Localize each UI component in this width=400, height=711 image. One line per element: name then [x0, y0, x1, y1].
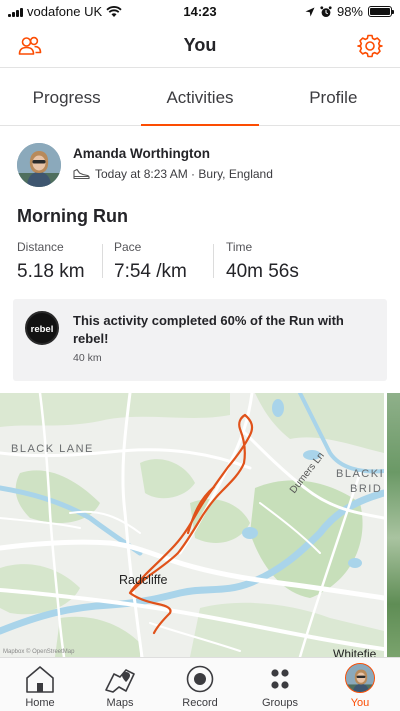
battery-percent: 98% — [336, 4, 363, 19]
map-label-black-brid: BLACKI — [336, 468, 384, 480]
stat-label: Distance — [17, 240, 64, 254]
tab-profile[interactable]: Profile — [267, 69, 400, 125]
rebel-badge-icon: rebel — [25, 311, 59, 345]
activity-athlete[interactable]: Amanda Worthington Today at 8:23 AM · Bu… — [17, 143, 387, 189]
stat-distance: Distance 5.18 km — [17, 240, 85, 284]
groups-icon — [271, 669, 289, 689]
app-header: You — [0, 24, 400, 68]
map-label-radcliffe: Radcliffe — [119, 573, 168, 587]
stat-value: 40m 56s — [226, 261, 299, 282]
nav-label: Groups — [261, 697, 299, 709]
stat-value: 7:54 /km — [114, 261, 187, 282]
home-icon — [26, 666, 54, 693]
activity-stats: Distance 5.18 km Pace 7:54 /km Time 40m … — [17, 240, 387, 284]
stat-time: Time 40m 56s — [226, 240, 299, 284]
avatar[interactable] — [17, 143, 61, 187]
nav-maps[interactable]: Maps — [80, 658, 160, 711]
route-map[interactable]: BLACK LANE BLACKI BRID Radcliffe Dumers … — [0, 393, 384, 657]
record-icon — [186, 665, 214, 693]
stat-label: Pace — [114, 240, 142, 254]
avatar — [345, 663, 375, 693]
page-title: You — [183, 35, 217, 55]
challenge-card[interactable]: rebel This activity completed 60% of the… — [13, 299, 387, 381]
map-label-black-lane: BLACK LANE — [11, 443, 94, 455]
map-graphic — [0, 393, 384, 657]
nav-label: Record — [182, 697, 218, 709]
status-bar: vodafone UK 14:23 98% — [0, 0, 400, 24]
challenge-text: This activity completed 60% of the Run w… — [73, 313, 344, 346]
nav-groups[interactable]: Groups — [240, 658, 320, 711]
stat-value: 5.18 km — [17, 261, 85, 282]
nav-home[interactable]: Home — [0, 658, 80, 711]
tab-activities[interactable]: Activities — [133, 69, 266, 126]
map-label-whitefield: Whitefie — [333, 647, 377, 657]
stat-pace: Pace 7:54 /km — [114, 240, 187, 284]
profile-tabs: Progress Activities Profile — [0, 69, 400, 126]
challenge-goal: 40 km — [73, 352, 102, 364]
bottom-nav: Home Maps Record Groups You — [0, 657, 400, 711]
activity-meta: Today at 8:23 AM · Bury, England — [73, 167, 273, 181]
map-attribution: Mapbox © OpenStreetMap — [3, 649, 75, 655]
status-right: 98% — [305, 4, 394, 19]
tab-progress[interactable]: Progress — [0, 69, 133, 125]
nav-label: You — [350, 697, 370, 709]
map-label-black-brid-2: BRID — [350, 483, 383, 495]
nav-record[interactable]: Record — [160, 658, 240, 711]
stat-label: Time — [226, 240, 253, 254]
alarm-icon — [320, 5, 332, 17]
nav-you[interactable]: You — [320, 658, 400, 711]
activity-title[interactable]: Morning Run — [17, 206, 128, 227]
activity-photo-thumbnail[interactable] — [387, 393, 400, 657]
map-icon — [105, 669, 135, 693]
stat-divider — [102, 244, 103, 278]
battery-icon — [368, 6, 394, 17]
nav-label: Home — [25, 697, 55, 709]
location-arrow-icon — [305, 7, 315, 16]
shoe-icon — [73, 168, 90, 180]
stat-divider — [213, 244, 214, 278]
settings-gear-icon[interactable] — [357, 33, 383, 59]
athlete-name[interactable]: Amanda Worthington — [73, 146, 210, 161]
activity-date-location: Today at 8:23 AM · Bury, England — [95, 167, 273, 181]
nav-label: Maps — [106, 697, 134, 709]
